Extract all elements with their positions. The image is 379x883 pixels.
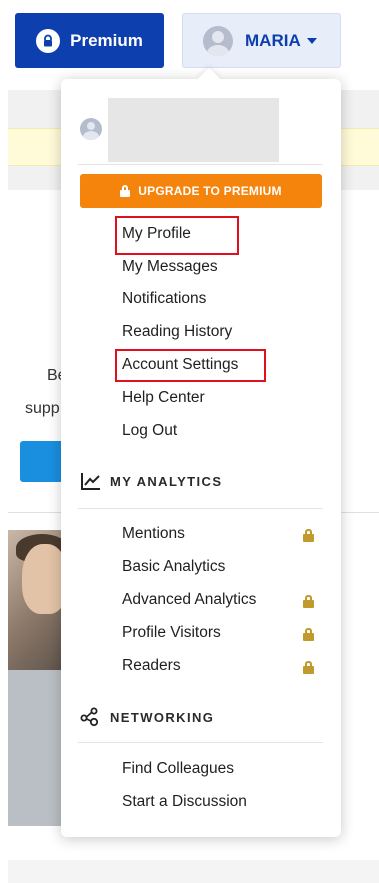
- avatar: [80, 118, 102, 140]
- menu-item-profile-visitors[interactable]: Profile Visitors: [122, 624, 221, 642]
- menu-item-log-out[interactable]: Log Out: [122, 422, 177, 440]
- menu-item-my-messages[interactable]: My Messages: [122, 258, 218, 276]
- menu-item-start-discussion[interactable]: Start a Discussion: [122, 793, 247, 811]
- menu-item-basic-analytics[interactable]: Basic Analytics: [122, 558, 225, 576]
- lock-icon: [303, 628, 314, 641]
- divider: [78, 164, 323, 165]
- premium-button[interactable]: Premium: [15, 13, 164, 68]
- menu-item-notifications[interactable]: Notifications: [122, 290, 206, 308]
- section-title: MY ANALYTICS: [110, 473, 223, 489]
- menu-item-reading-history[interactable]: Reading History: [122, 323, 232, 341]
- page: Be supp Premium MARIA UPGRADE TO PREMIUM: [0, 0, 379, 883]
- menu-item-readers[interactable]: Readers: [122, 657, 181, 675]
- lock-icon: [303, 661, 314, 674]
- profile-photo: [8, 530, 68, 826]
- divider: [78, 508, 323, 509]
- footer-band: [8, 860, 379, 883]
- networking-section-header: NETWORKING: [80, 707, 214, 727]
- upgrade-label: UPGRADE TO PREMIUM: [138, 184, 282, 198]
- user-dropdown-menu: UPGRADE TO PREMIUM My Profile My Message…: [61, 79, 341, 837]
- user-name-placeholder: [108, 98, 279, 162]
- analytics-section-header: MY ANALYTICS: [80, 471, 222, 491]
- user-menu-button[interactable]: MARIA: [182, 13, 341, 68]
- lock-icon: [303, 595, 314, 608]
- menu-item-help-center[interactable]: Help Center: [122, 389, 205, 407]
- chevron-down-icon: [306, 37, 317, 44]
- network-nodes-icon: [80, 707, 99, 727]
- avatar: [203, 25, 233, 56]
- menu-item-advanced-analytics[interactable]: Advanced Analytics: [122, 591, 256, 609]
- upgrade-button[interactable]: UPGRADE TO PREMIUM: [80, 174, 322, 208]
- menu-item-find-colleagues[interactable]: Find Colleagues: [122, 760, 234, 778]
- menu-item-mentions[interactable]: Mentions: [122, 525, 185, 543]
- analytics-chart-icon: [81, 473, 100, 490]
- divider: [78, 742, 323, 743]
- premium-label: Premium: [70, 30, 143, 50]
- lock-icon: [120, 185, 131, 197]
- highlight-box: [115, 216, 239, 255]
- section-title: NETWORKING: [110, 709, 215, 725]
- lock-icon: [303, 529, 314, 542]
- highlight-box: [115, 349, 266, 382]
- background-text: supp: [25, 400, 60, 417]
- user-name: MARIA: [245, 30, 301, 50]
- lock-icon: [36, 28, 61, 53]
